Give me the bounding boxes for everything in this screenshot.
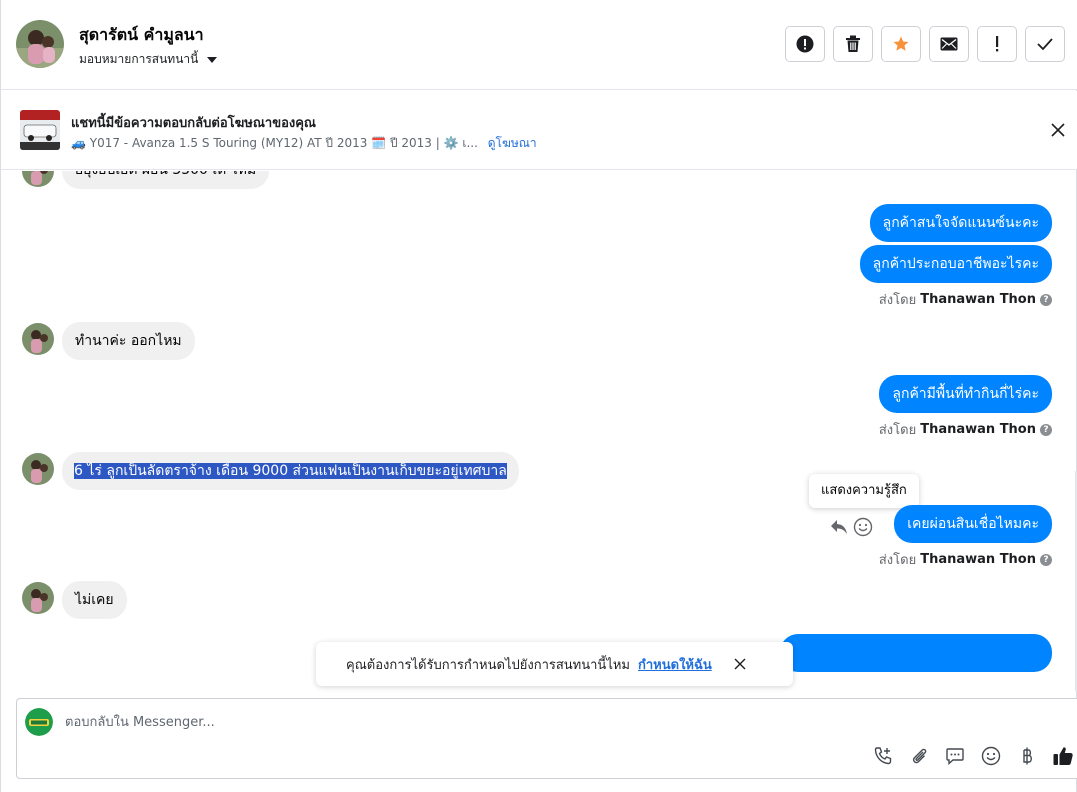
baht-icon: [1023, 747, 1032, 765]
assign-to-me-link[interactable]: กำหนดให้ฉัน: [638, 654, 712, 675]
mark-unread-button[interactable]: [929, 26, 969, 62]
header-actions: [785, 26, 1065, 62]
outgoing-message[interactable]: เคยผ่อนสินเชื่อไหมคะ: [894, 505, 1052, 543]
sent-by-label: ส่งโดย Thanawan Thon ?: [879, 419, 1052, 440]
assign-prompt-toast: คุณต้องการได้รับการกำหนดไปยังการสนทนานี้…: [316, 642, 793, 686]
message-composer: [16, 698, 1077, 779]
message-actions: [829, 517, 873, 537]
close-icon: [1051, 123, 1065, 137]
reply-icon[interactable]: [829, 518, 849, 536]
page-avatar: [25, 708, 53, 736]
call-button[interactable]: [872, 745, 894, 767]
star-icon: [893, 36, 909, 51]
sender-name: Thanawan Thon: [920, 552, 1036, 567]
sent-by-label: ส่งโดย Thanawan Thon ?: [879, 549, 1052, 570]
exclamation-icon: [996, 36, 999, 52]
reply-input[interactable]: [65, 711, 665, 733]
sender-avatar: [22, 582, 54, 614]
ad-banner-title: แชทนี้มีข้อความตอบกลับต่อโฆษณาของคุณ: [71, 116, 316, 131]
composer-tools: [872, 745, 1074, 767]
incoming-message[interactable]: ยยุ่งยบเยต ผยน 3500 เต ไหม: [62, 171, 270, 189]
check-icon: [1037, 38, 1053, 51]
mark-spam-button[interactable]: [785, 26, 825, 62]
ad-thumbnail: [20, 110, 60, 150]
sent-by-prefix: ส่งโดย: [878, 553, 917, 568]
sender-avatar: [22, 323, 54, 355]
saved-replies-button[interactable]: [944, 745, 966, 767]
help-icon[interactable]: ?: [1040, 553, 1052, 566]
emoji-button[interactable]: [980, 745, 1002, 767]
sender-name: Thanawan Thon: [920, 292, 1036, 307]
view-ad-link[interactable]: ดูโฆษณา: [488, 136, 537, 150]
star-button[interactable]: [881, 26, 921, 62]
like-button[interactable]: [1052, 745, 1074, 767]
assign-conversation-dropdown[interactable]: มอบหมายการสนทนานี้: [79, 50, 218, 69]
caret-down-icon: [207, 56, 218, 63]
outgoing-message-partial[interactable]: [780, 634, 1052, 672]
sender-name: Thanawan Thon: [920, 422, 1036, 437]
message-thread[interactable]: ยยุ่งยบเยต ผยน 3500 เต ไหม ลูกค้าสนใจจัด…: [1, 171, 1077, 696]
assign-label: มอบหมายการสนทนานี้: [79, 52, 199, 66]
payment-button[interactable]: [1016, 745, 1038, 767]
contact-name: สุดารัตน์ คำมูลนา: [79, 25, 204, 44]
help-icon[interactable]: ?: [1040, 423, 1052, 436]
conversation-header: สุดารัตน์ คำมูลนา มอบหมายการสนทนานี้: [1, 0, 1077, 90]
exclamation-circle-icon: [796, 35, 814, 53]
assign-prompt-text: คุณต้องการได้รับการกำหนดไปยังการสนทนานี้…: [346, 657, 630, 673]
selected-text: 6 ไร่ ลูกเป็นลัดตราจ้าง เดือน 9000 ส่วนแ…: [74, 463, 507, 479]
trash-icon: [846, 35, 860, 52]
close-toast-button[interactable]: [732, 656, 748, 672]
close-banner-button[interactable]: [1048, 120, 1068, 140]
emoji-react-icon[interactable]: [853, 517, 873, 537]
ad-reply-banner: แชทนี้มีข้อความตอบกลับต่อโฆษณาของคุณ 🚙 Y…: [1, 91, 1077, 170]
outgoing-message[interactable]: ลูกค้าประกอบอาชีพอะไรคะ: [859, 245, 1052, 283]
conversation-panel: สุดารัตน์ คำมูลนา มอบหมายการสนทนานี้ แชท…: [0, 0, 1077, 792]
attach-button[interactable]: [908, 745, 930, 767]
emoji-icon: [981, 746, 1001, 766]
incoming-message[interactable]: ไม่เคย: [62, 581, 127, 619]
sender-avatar: [22, 453, 54, 485]
sender-avatar: [22, 171, 54, 187]
envelope-icon: [940, 37, 958, 51]
follow-up-button[interactable]: [977, 26, 1017, 62]
chat-bubble-icon: [946, 748, 964, 766]
sent-by-prefix: ส่งโดย: [878, 423, 917, 438]
mark-done-button[interactable]: [1025, 26, 1065, 62]
help-icon[interactable]: ?: [1040, 293, 1052, 306]
paperclip-icon: [912, 748, 927, 764]
ad-description: 🚙 Y017 - Avanza 1.5 S Touring (MY12) AT …: [71, 136, 478, 150]
close-icon: [734, 658, 746, 670]
sent-by-label: ส่งโดย Thanawan Thon ?: [879, 289, 1052, 310]
delete-button[interactable]: [833, 26, 873, 62]
phone-plus-icon: [874, 747, 892, 765]
incoming-message[interactable]: ทำนาค่ะ ออกไหม: [62, 322, 195, 360]
sent-by-prefix: ส่งโดย: [878, 293, 917, 308]
outgoing-message[interactable]: ลูกค้ามีพื้นที่ทำกินกี่ไร่คะ: [879, 375, 1052, 413]
contact-avatar[interactable]: [16, 20, 64, 68]
ad-banner-subtitle: 🚙 Y017 - Avanza 1.5 S Touring (MY12) AT …: [71, 134, 537, 153]
outgoing-message[interactable]: ลูกค้าสนใจจัดแนนซ์นะคะ: [869, 204, 1052, 242]
react-tooltip: แสดงความรู้สึก: [809, 474, 919, 508]
thumbs-up-icon: [1053, 747, 1073, 765]
incoming-message[interactable]: 6 ไร่ ลูกเป็นลัดตราจ้าง เดือน 9000 ส่วนแ…: [62, 452, 519, 490]
